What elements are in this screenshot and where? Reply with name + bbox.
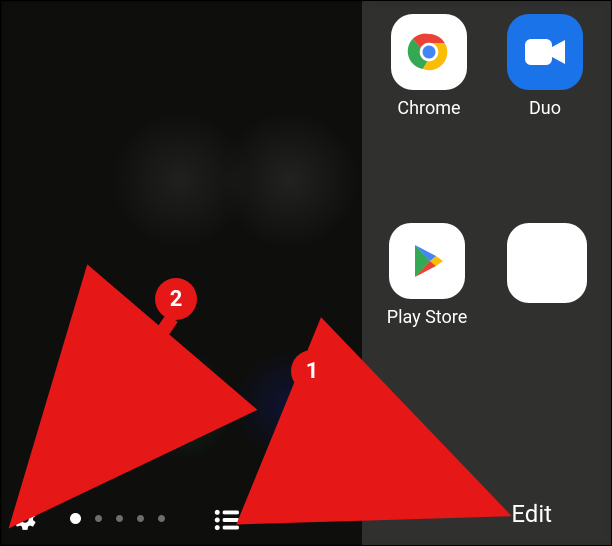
screenshot-border — [0, 0, 612, 546]
